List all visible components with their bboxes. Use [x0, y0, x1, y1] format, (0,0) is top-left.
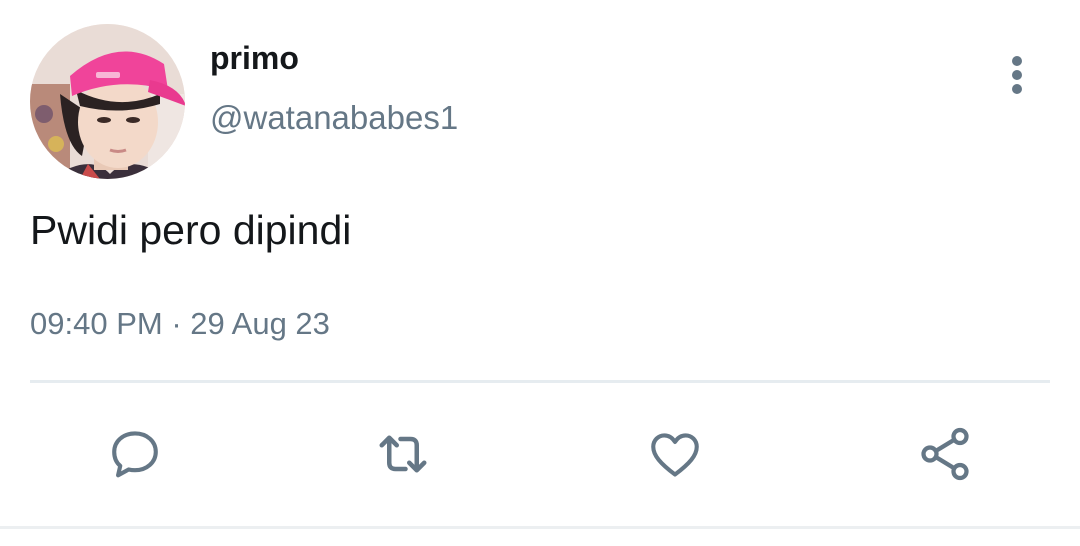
- share-button[interactable]: [915, 424, 975, 484]
- more-options-icon-dot: [1012, 70, 1022, 80]
- more-options-icon-dot: [1012, 84, 1022, 94]
- retweet-button[interactable]: [373, 424, 433, 484]
- bottom-divider: [0, 526, 1080, 529]
- avatar[interactable]: [30, 24, 185, 179]
- tweet-timestamp: 09:40 PM · 29 Aug 23: [30, 302, 330, 346]
- tweet-card: primo @watanababes1 Pwidi pero dipindi 0…: [0, 0, 1080, 546]
- meta-separator: ·: [171, 306, 182, 341]
- more-options-icon: [1012, 56, 1022, 66]
- divider: [30, 380, 1050, 383]
- tweet-time: 09:40 PM: [30, 306, 163, 341]
- more-options-button[interactable]: [998, 52, 1036, 98]
- display-name[interactable]: primo: [210, 38, 299, 78]
- like-icon: [651, 433, 699, 477]
- retweet-icon: [379, 435, 427, 473]
- share-icon: [921, 427, 969, 481]
- tweet-text: Pwidi pero dipindi: [30, 207, 352, 253]
- avatar-image: [30, 24, 185, 179]
- reply-icon: [112, 431, 158, 478]
- tweet-date: 29 Aug 23: [190, 306, 330, 341]
- user-handle[interactable]: @watanababes1: [210, 98, 458, 138]
- like-button[interactable]: [645, 424, 705, 484]
- reply-button[interactable]: [105, 424, 165, 484]
